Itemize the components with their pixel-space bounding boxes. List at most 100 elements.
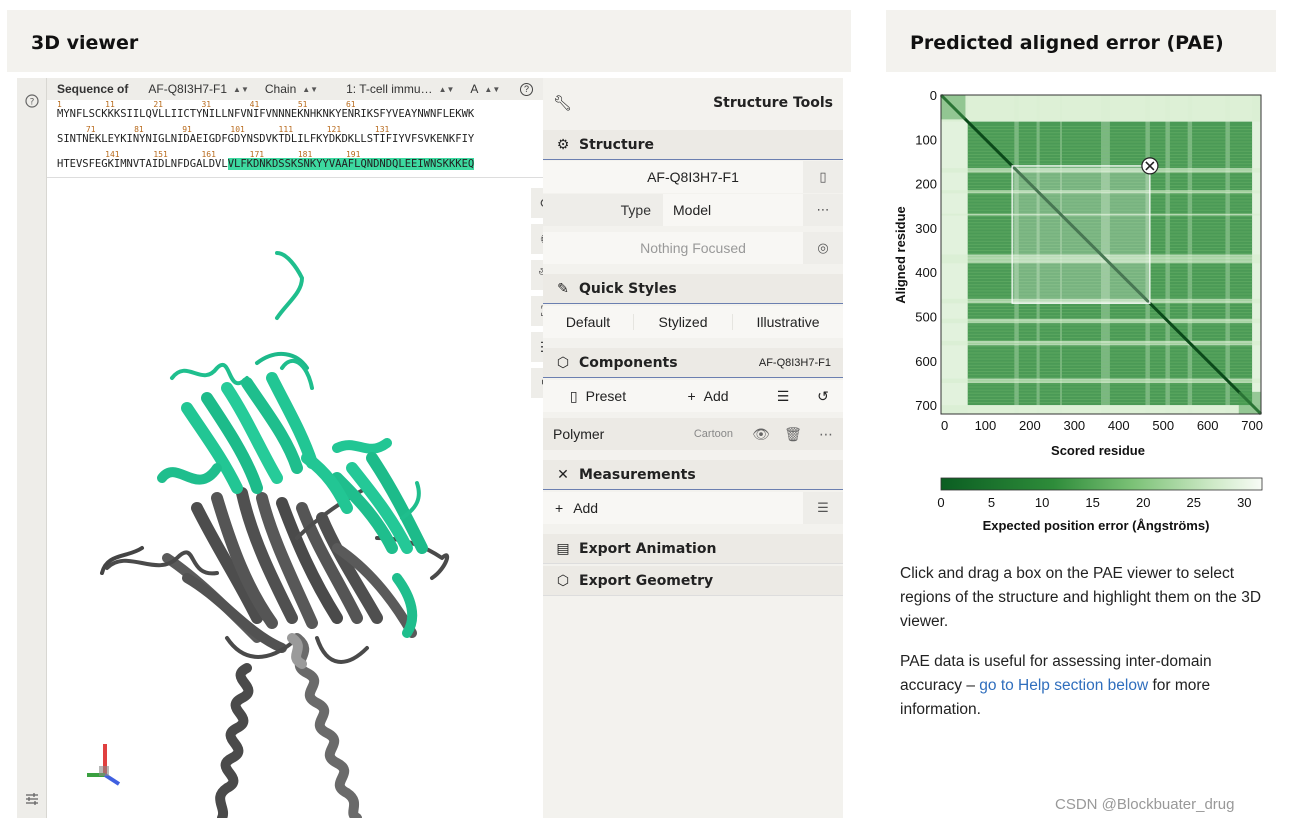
structure-tools-panel: 🔧︎ Structure Tools ⚙ Structure AF-Q8I3H7… [543, 78, 843, 818]
protein-structure-render [100, 251, 450, 818]
reset-camera-icon[interactable]: ⟳ [531, 188, 543, 218]
plus-icon: + [555, 500, 564, 516]
updown-icon: ▲▼ [302, 84, 319, 94]
expand-icon[interactable]: ⛶ [531, 296, 543, 326]
sequence-row[interactable]: 71 81 91 101 111 121 131 SINTNEKLEYKINYNI… [47, 125, 543, 150]
measure-icon: ✕ [557, 466, 569, 483]
export-cube-icon: ⬡ [556, 572, 570, 589]
pae-description: Click and drag a box on the PAE viewer t… [900, 562, 1270, 722]
viewer-panel-title: 3D viewer [31, 32, 139, 54]
bookmark-icon: ▯ [569, 387, 578, 404]
entry-select[interactable]: AF-Q8I3H7-F1 ▲▼ [148, 82, 249, 96]
entity-select[interactable]: 1: T-cell immu… ▲▼ [346, 82, 454, 96]
sequence-rows[interactable]: 1 11 21 31 41 51 61 MYNFLSCKKKSIILQVLLIIC… [47, 100, 543, 175]
viewer-left-strip: ? [17, 78, 47, 818]
components-header[interactable]: ⬡ Components AF-Q8I3H7-F1 [543, 348, 843, 378]
structure-name: AF-Q8I3H7-F1 [647, 169, 739, 185]
pae-panel-header: Predicted aligned error (PAE) [886, 10, 1276, 72]
measurements-add-row[interactable]: + Add ☰ [543, 492, 843, 524]
pae-x-tick-label: 100 [975, 418, 997, 433]
pae-instructions: Click and drag a box on the PAE viewer t… [900, 565, 1262, 630]
pae-y-ticks: 0 100 200 300 400 500 600 700 [915, 88, 937, 413]
sequence-toolbar: Sequence of AF-Q8I3H7-F1 ▲▼ Chain ▲▼ 1: T-… [47, 78, 543, 100]
structure-name-row[interactable]: AF-Q8I3H7-F1 ▯ [543, 161, 843, 193]
close-icon[interactable] [1141, 157, 1159, 175]
help-icon[interactable]: ? [24, 94, 40, 110]
selection-mode-icon[interactable]: ⬉ [531, 368, 543, 398]
gear-icon: ⚙ [556, 136, 570, 153]
eye-icon[interactable]: 👁︎ [745, 426, 777, 443]
components-actions: ▯ Preset + Add ☰ ↺ [543, 380, 843, 412]
molstar-viewer: ? Sequence of AF-Q8I3H7-F1 ▲▼ Chain ▲▼ 1… [17, 78, 843, 818]
add-component-button[interactable]: + Add [653, 388, 763, 404]
polymer-label: Polymer [553, 426, 605, 442]
chain-select-value: A [470, 82, 479, 96]
chain-select[interactable]: A ▲▼ [470, 82, 500, 96]
structure-section-header[interactable]: ⚙ Structure [543, 130, 843, 160]
svg-text:?: ? [30, 98, 35, 108]
quick-styles-header[interactable]: ✎ Quick Styles [543, 274, 843, 304]
sequence-residues[interactable]: MYNFLSCKKKSIILQVLLIICTYNILLNFVNIFVNNNEKN… [57, 108, 474, 120]
sequence-row[interactable]: 1 11 21 31 41 51 61 MYNFLSCKKKSIILQVLLIIC… [47, 100, 543, 125]
structure-section-title: Structure [579, 136, 655, 153]
pae-colorbar-tick-label: 25 [1187, 495, 1201, 510]
polymer-representation[interactable]: Cartoon [694, 428, 733, 440]
export-geometry-title: Export Geometry [579, 572, 714, 589]
updown-icon: ▲▼ [438, 84, 455, 94]
pae-selection-box[interactable] [1011, 165, 1151, 304]
quick-styles-title: Quick Styles [579, 280, 677, 297]
focus-status: Nothing Focused [640, 240, 746, 256]
component-options-icon[interactable]: ☰ [763, 388, 803, 405]
more-options-icon[interactable]: ⋯ [809, 426, 843, 443]
add-component-label: Add [703, 388, 729, 404]
pae-colorbar [940, 477, 1263, 491]
pae-y-tick-label: 100 [915, 132, 937, 147]
pae-y-tick-label: 400 [915, 265, 937, 280]
help-icon[interactable]: ? [520, 82, 533, 96]
highlighted-residues[interactable]: VLFKDNKDSSKSNKYYVAAFLQNDNDQLEEIWNSKKKEQ [227, 158, 475, 170]
more-options-icon[interactable]: ⋯ [803, 194, 843, 226]
settings-sliders-icon[interactable]: ☰ [531, 332, 543, 362]
wrench-icon: 🔧︎ [553, 95, 573, 112]
history-icon[interactable]: ↺ [803, 388, 843, 405]
pae-colorbar-tick-label: 5 [988, 495, 995, 510]
export-geometry-header[interactable]: ⬡ Export Geometry [543, 566, 843, 596]
pae-y-label: Aligned residue [893, 206, 908, 304]
focus-row[interactable]: Nothing Focused ◎ [543, 232, 843, 264]
mode-select[interactable]: Chain ▲▼ [265, 82, 318, 96]
pae-colorbar-ticks: 0 5 10 15 20 25 30 [937, 495, 1251, 510]
settings-sliders-icon[interactable] [24, 792, 40, 808]
measurements-header[interactable]: ✕ Measurements [543, 460, 843, 490]
plus-icon: + [687, 388, 696, 404]
settings-sliders-icon[interactable]: ☰ [803, 492, 843, 524]
pae-panel-title: Predicted aligned error (PAE) [910, 32, 1224, 54]
3d-canvas[interactable]: Sequence of AF-Q8I3H7-F1 ▲▼ Chain ▲▼ 1: T-… [47, 78, 543, 818]
sequence-residues[interactable]: SINTNEKLEYKINYNIGLNIDAEIGDFGDYNSDVKTDLIL… [57, 133, 474, 145]
screenshot-icon[interactable]: ✺ [531, 224, 543, 254]
watermark: CSDN @Blockbuater_drug [1055, 796, 1235, 813]
polymer-row[interactable]: Polymer Cartoon 👁︎ 🗑︎ ⋯ [543, 418, 843, 450]
pae-y-tick-label: 200 [915, 177, 937, 192]
entry-select-value: AF-Q8I3H7-F1 [148, 82, 228, 96]
pae-colorbar-tick-label: 0 [937, 495, 944, 510]
style-default-button[interactable]: Default [543, 314, 633, 330]
pae-x-tick-label: 700 [1241, 418, 1263, 433]
pae-x-tick-label: 500 [1152, 418, 1174, 433]
sequence-row[interactable]: 141 151 161 171 181 191 HTEVSFEGKIMNVTAID… [47, 150, 543, 175]
style-illustrative-button[interactable]: Illustrative [733, 314, 843, 330]
trash-icon[interactable]: 🗑︎ [777, 426, 809, 443]
focus-target-icon[interactable]: ◎ [803, 232, 843, 264]
preset-button[interactable]: ▯ Preset [543, 388, 653, 405]
wrench-icon[interactable]: 🔧︎ [531, 260, 543, 290]
type-value[interactable]: Model [663, 202, 711, 218]
bookmark-icon[interactable]: ▯ [803, 161, 843, 193]
export-animation-header[interactable]: ▤ Export Animation [543, 534, 843, 564]
pae-plot[interactable]: 0100200300400500600700 0 100 200 300 400 500 6… [886, 80, 1286, 540]
pae-x-tick-label: 200 [1019, 418, 1041, 433]
style-stylized-button[interactable]: Stylized [633, 314, 733, 330]
sequence-residues[interactable]: HTEVSFEGKIMNVTAIDLNFDGALDVLVLFKDNKDSSKSN… [57, 158, 475, 170]
pae-x-tick-label: 600 [1197, 418, 1219, 433]
sequence-of-label: Sequence of [57, 82, 129, 96]
help-section-link[interactable]: go to Help section below [979, 677, 1148, 694]
film-icon: ▤ [556, 540, 570, 557]
